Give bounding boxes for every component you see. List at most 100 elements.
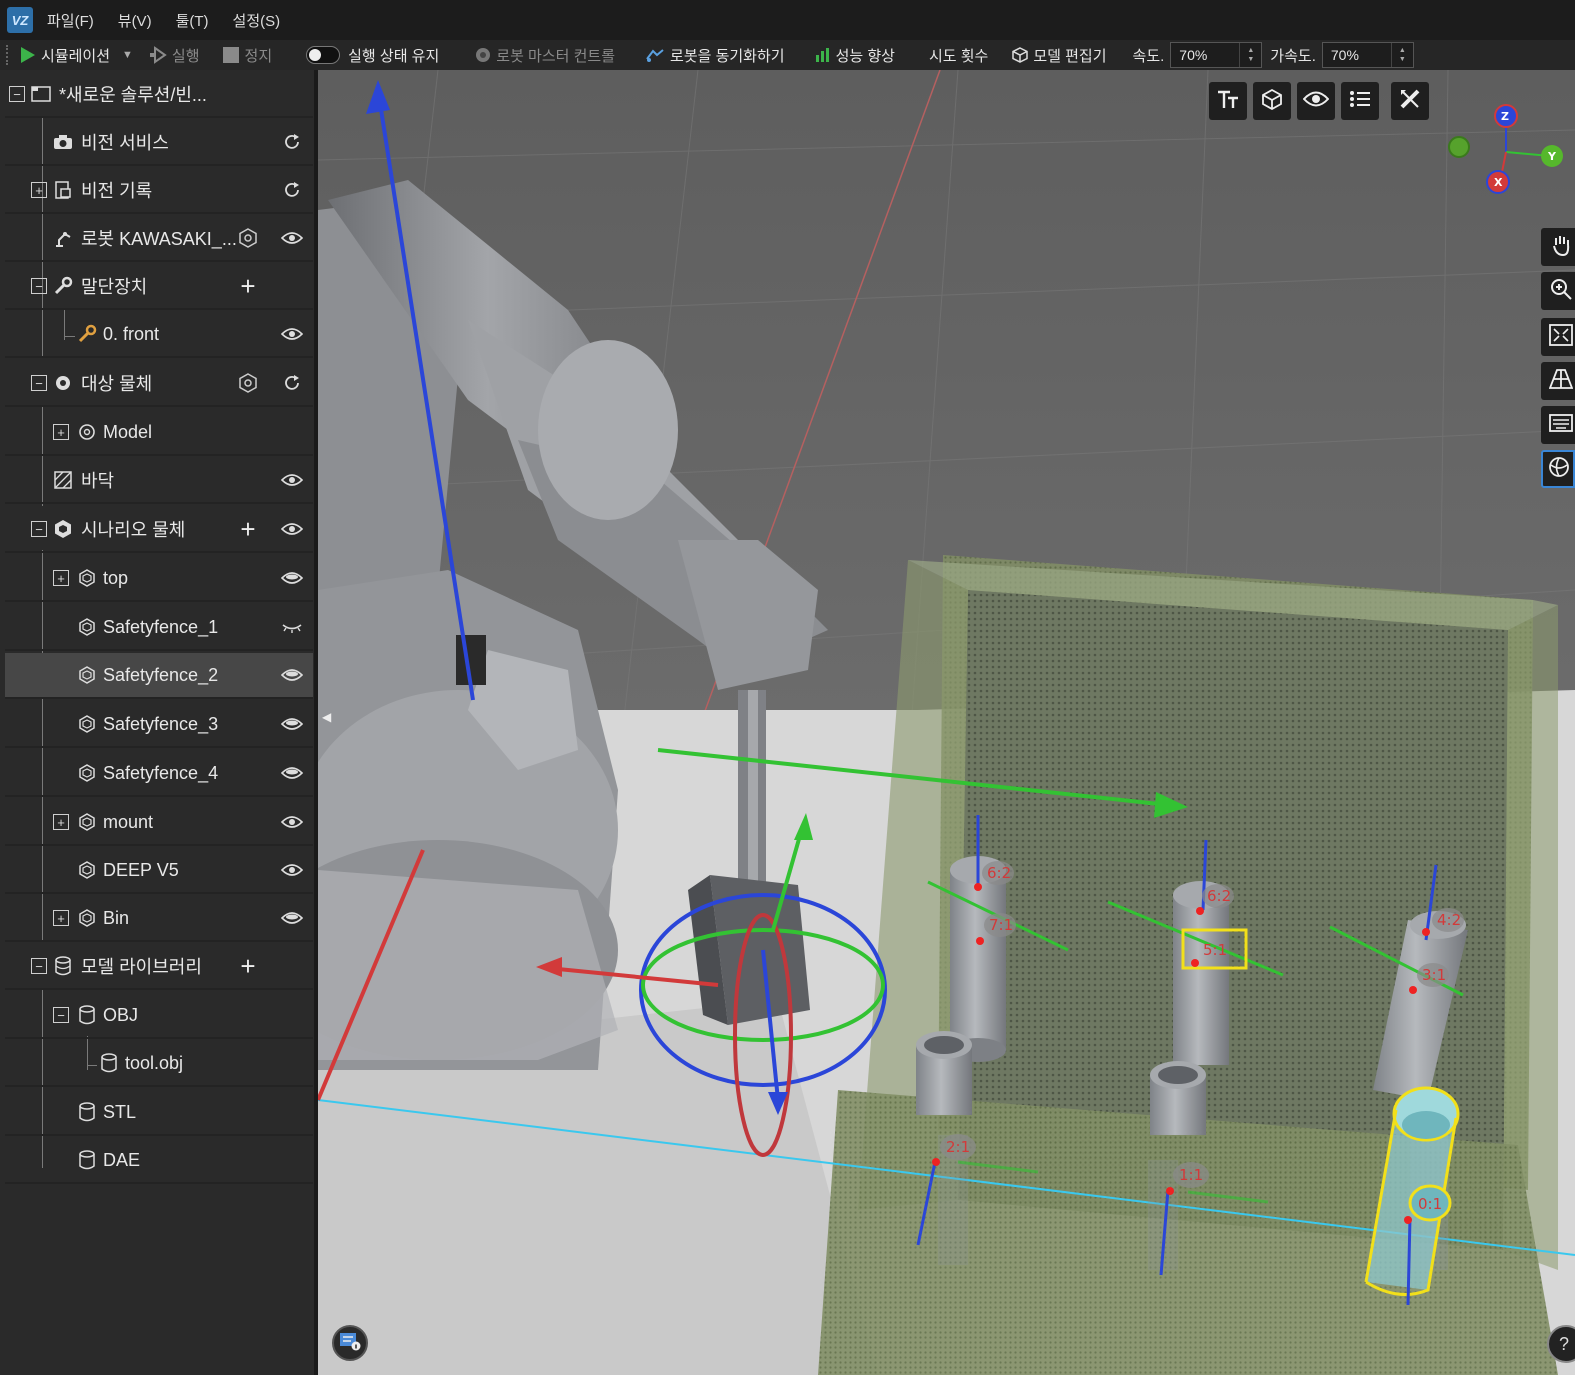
tree-item-obj[interactable]: − OBJ [5,993,313,1039]
robot-master-control-button[interactable]: 로봇 마스터 컨트롤 [475,45,615,66]
tree-item-safetyfence-3[interactable]: Safetyfence_3 [5,702,313,748]
solution-icon [31,84,51,104]
visibility-eye-icon[interactable] [281,907,303,929]
speed-stepper-icon[interactable]: ▲ ▼ [1239,43,1261,67]
pan-button[interactable] [1541,228,1575,266]
visibility-eye-icon[interactable] [281,567,303,589]
add-icon[interactable]: + [237,273,259,299]
speed-spinbox[interactable]: 70% ▲ ▼ [1170,42,1263,68]
visibility-eye-icon[interactable] [281,811,303,833]
run-button[interactable]: 실행 [149,45,200,66]
collapse-icon[interactable]: − [31,278,47,294]
object-display-button[interactable] [1253,82,1291,120]
tree-item-model-library[interactable]: − 모델 라이브러리 + [5,944,313,990]
collapse-icon[interactable]: − [53,1007,69,1023]
tree-item-model[interactable]: + Model [5,410,313,456]
text-display-button[interactable] [1209,82,1247,120]
stop-button[interactable]: 정지 [222,45,272,66]
add-icon[interactable]: + [237,953,259,979]
zoom-button[interactable] [1541,272,1575,310]
tree-item-mount[interactable]: + mount [5,800,313,846]
sync-robot-button[interactable]: 로봇을 동기화하기 [645,45,785,66]
expand-icon[interactable]: + [53,570,69,586]
database-icon [77,1102,97,1122]
tree-item-safetyfence-4[interactable]: Safetyfence_4 [5,751,313,797]
tree-item-top[interactable]: + top [5,556,313,602]
model-editor-button[interactable]: 모델 편집기 [1012,45,1107,66]
expand-icon[interactable]: + [53,910,69,926]
tree-connector [65,336,75,337]
tree-item-dae[interactable]: DAE [5,1138,313,1184]
collapse-icon[interactable]: − [9,86,25,102]
measure-tool-button[interactable] [1391,82,1429,120]
expand-icon[interactable]: + [53,814,69,830]
object-hex-icon [77,568,97,588]
tree-item-vision-record[interactable]: + 비전 기록 [5,168,313,214]
tree-item-tool-obj[interactable]: tool.obj [5,1041,313,1087]
3d-viewport[interactable]: 6:2 7:1 6:2 5:1 4:2 3:1 2:1 1:1 0:1 Z Y … [318,70,1575,1375]
tree-item-safetyfence-2[interactable]: Safetyfence_2 [5,653,313,699]
refresh-icon[interactable] [281,179,303,201]
keep-running-toggle[interactable] [306,46,341,64]
visibility-eye-icon[interactable] [281,469,303,491]
fit-view-button[interactable] [1541,318,1575,356]
tree-item-front[interactable]: 0. front [5,312,313,358]
visibility-button[interactable] [1297,82,1335,120]
database-icon [99,1053,119,1073]
tree-item-scenario-objects[interactable]: − 시나리오 물체 + [5,507,313,553]
tree-item-deep-v5[interactable]: DEEP V5 [5,848,313,894]
tree-item-target-object[interactable]: − 대상 물체 [5,361,313,407]
expand-icon[interactable]: + [31,182,47,198]
expand-icon[interactable]: + [53,424,69,440]
robot-label: 로봇 KAWASAKI_... [81,229,237,249]
keep-running-state[interactable]: 실행 상태 유지 [306,45,439,66]
object-hex-icon [77,714,97,734]
settings-hex-icon[interactable] [237,227,259,249]
list-button[interactable] [1341,82,1379,120]
tree-item-floor[interactable]: 바닥 [5,458,313,504]
visibility-eye-icon[interactable] [281,859,303,881]
scene-canvas[interactable]: 6:2 7:1 6:2 5:1 4:2 3:1 2:1 1:1 0:1 Z Y … [318,70,1575,1375]
menu-view[interactable]: 뷰(V) [118,10,152,31]
accel-stepper-icon[interactable]: ▲ ▼ [1390,43,1413,67]
tree-item-safetyfence-1[interactable]: Safetyfence_1 [5,605,313,651]
collapse-icon[interactable]: − [31,958,47,974]
settings-hex-icon[interactable] [237,372,259,394]
visibility-eye-icon[interactable] [281,713,303,735]
accel-spinbox[interactable]: 70% ▲ ▼ [1321,42,1414,68]
accel-label: 가속도. [1270,47,1316,65]
menu-tools[interactable]: 툴(T) [176,10,209,31]
model-library-label: 모델 라이브러리 [81,957,202,977]
globe-view-button[interactable] [1541,450,1575,488]
tree-item-robot[interactable]: 로봇 KAWASAKI_... [5,216,313,262]
tree-item-bin[interactable]: + Bin [5,896,313,942]
help-label: ? [1559,1333,1570,1354]
visibility-eye-icon[interactable] [281,323,303,345]
refresh-icon[interactable] [281,372,303,394]
visibility-eye-icon[interactable] [281,664,303,686]
visibility-eye-icon[interactable] [281,762,303,784]
collapse-panel-arrow-icon[interactable]: ◀ [322,710,331,724]
log-info-button[interactable] [332,1325,368,1361]
refresh-icon[interactable] [281,131,303,153]
menu-settings[interactable]: 설정(S) [233,10,281,31]
gizmo-neg-y-handle[interactable] [1448,136,1470,158]
visibility-eye-icon[interactable] [281,518,303,540]
tree-item-end-effector[interactable]: − 말단장치 + [5,264,313,310]
pick-label-4-2: 4:2 [1437,911,1461,929]
menu-file[interactable]: 파일(F) [47,10,94,31]
collapse-icon[interactable]: − [31,375,47,391]
tree-root[interactable]: − *새로운 솔루션/빈... [5,72,313,118]
keyboard-button[interactable] [1541,406,1575,444]
add-icon[interactable]: + [237,516,259,542]
hidden-eye-icon[interactable] [281,616,303,638]
tree-item-stl[interactable]: STL [5,1090,313,1136]
simulation-button[interactable]: 시뮬레이션 [20,45,110,66]
tree-item-vision-service[interactable]: 비전 서비스 [5,120,313,166]
collapse-icon[interactable]: − [31,521,47,537]
simulation-dropdown-icon[interactable]: ▼ [122,49,133,61]
performance-button[interactable]: 성능 향상 [815,45,895,66]
perspective-button[interactable] [1541,362,1575,400]
attempts-button[interactable]: 시도 횟수 [929,45,988,66]
visibility-eye-icon[interactable] [281,227,303,249]
